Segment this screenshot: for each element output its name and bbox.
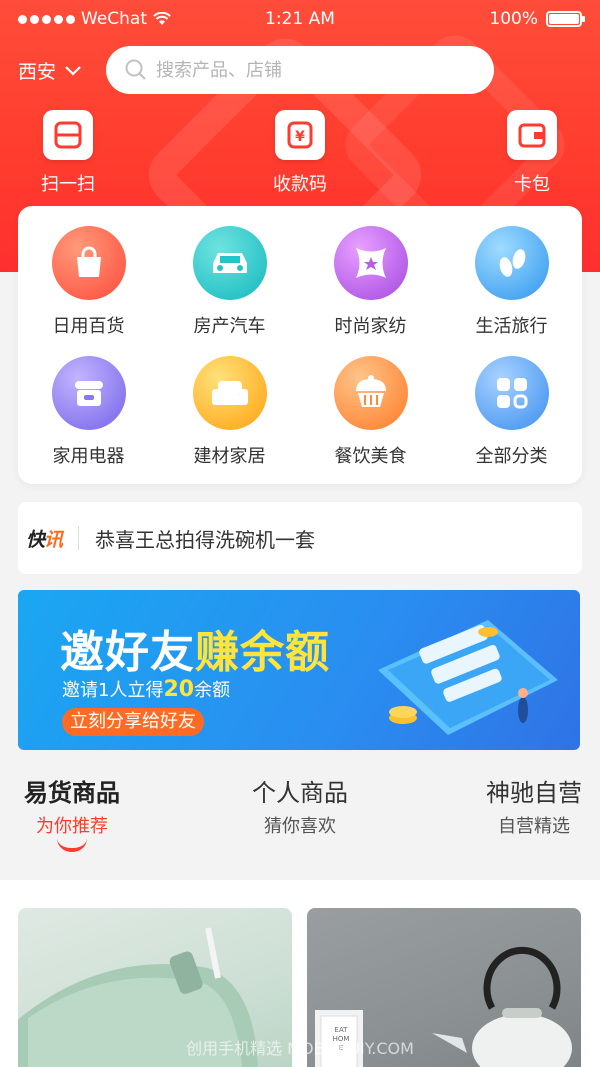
payment-code-icon: ¥: [287, 121, 313, 149]
category-label: 生活旅行: [475, 316, 548, 337]
rice-cooker-icon: [74, 381, 103, 406]
news-text: 恭喜王总拍得洗碗机一套: [95, 527, 316, 552]
product-tabs: 易货商品 为你推荐 个人商品 猜你喜欢 神驰自营 自营精选: [0, 765, 600, 875]
battery-percent: 100%: [489, 9, 538, 29]
search-icon: [125, 59, 146, 80]
divider: [78, 526, 80, 550]
category-all[interactable]: 全部分类: [441, 356, 582, 468]
city-selector[interactable]: 西安: [18, 57, 82, 84]
category-label: 日用百货: [52, 316, 125, 337]
category-label: 房产汽车: [193, 316, 266, 337]
category-fashion-textile[interactable]: 时尚家纺: [300, 226, 441, 338]
pillow-icon: [355, 248, 386, 278]
invite-banner[interactable]: 邀好友赚余额 邀请1人立得20余额 立刻分享给好友: [18, 590, 580, 750]
category-daily-goods[interactable]: 日用百货: [18, 226, 159, 338]
tab-personal-goods[interactable]: 个人商品 猜你喜欢: [242, 773, 358, 838]
active-tab-indicator: [57, 838, 87, 852]
shopping-bag-icon: [76, 246, 101, 277]
category-card: 日用百货 房产汽车 时尚家纺 生活旅行 家用电器 建材家居 餐饮美食 全部分类: [18, 206, 582, 484]
tab-barter-goods[interactable]: 易货商品 为你推荐: [14, 773, 130, 852]
footprint-icon: [499, 249, 525, 277]
banner-title: 邀好友赚余额: [60, 627, 330, 678]
news-tag: 快讯: [26, 528, 63, 551]
svg-text:¥: ¥: [295, 129, 305, 145]
scan-icon: [54, 121, 82, 149]
status-bar: WeChat 1:21 AM 100%: [0, 0, 600, 38]
category-label: 时尚家纺: [334, 316, 407, 337]
quick-action-label: 扫一扫: [41, 174, 95, 195]
banner-subtitle: 邀请1人立得20余额: [62, 677, 231, 702]
battery-icon: [546, 11, 585, 27]
category-building-home[interactable]: 建材家居: [159, 356, 300, 468]
banner-illustration: [378, 620, 558, 735]
category-label: 餐饮美食: [334, 446, 407, 467]
quick-action-wallet[interactable]: 卡包: [482, 110, 582, 196]
category-appliances[interactable]: 家用电器: [18, 356, 159, 468]
grid-icon: [496, 378, 527, 409]
search-input[interactable]: [156, 59, 476, 81]
quick-action-scan[interactable]: 扫一扫: [18, 110, 118, 196]
quick-action-payment-code[interactable]: ¥ 收款码: [250, 110, 350, 196]
cupcake-icon: [355, 375, 386, 407]
category-label: 建材家居: [193, 446, 266, 467]
quick-action-label: 收款码: [273, 174, 327, 195]
sofa-icon: [211, 381, 248, 405]
wallet-icon: [518, 123, 546, 148]
watermark: 创用手机精选 MOBILEUIY.COM: [186, 1039, 414, 1058]
news-ticker[interactable]: 快讯 恭喜王总拍得洗碗机一套: [18, 502, 582, 574]
tab-self-operated[interactable]: 神驰自营 自营精选: [476, 773, 592, 838]
quick-action-label: 卡包: [514, 174, 550, 195]
city-label: 西安: [18, 61, 57, 83]
category-house-car[interactable]: 房产汽车: [159, 226, 300, 338]
chevron-down-icon: [65, 65, 81, 76]
car-icon: [212, 253, 247, 273]
category-label: 家用电器: [52, 446, 125, 467]
search-bar[interactable]: [106, 46, 494, 94]
share-button[interactable]: 立刻分享给好友: [62, 708, 204, 736]
category-label: 全部分类: [475, 446, 548, 467]
category-life-travel[interactable]: 生活旅行: [441, 226, 582, 338]
category-food-dining[interactable]: 餐饮美食: [300, 356, 441, 468]
